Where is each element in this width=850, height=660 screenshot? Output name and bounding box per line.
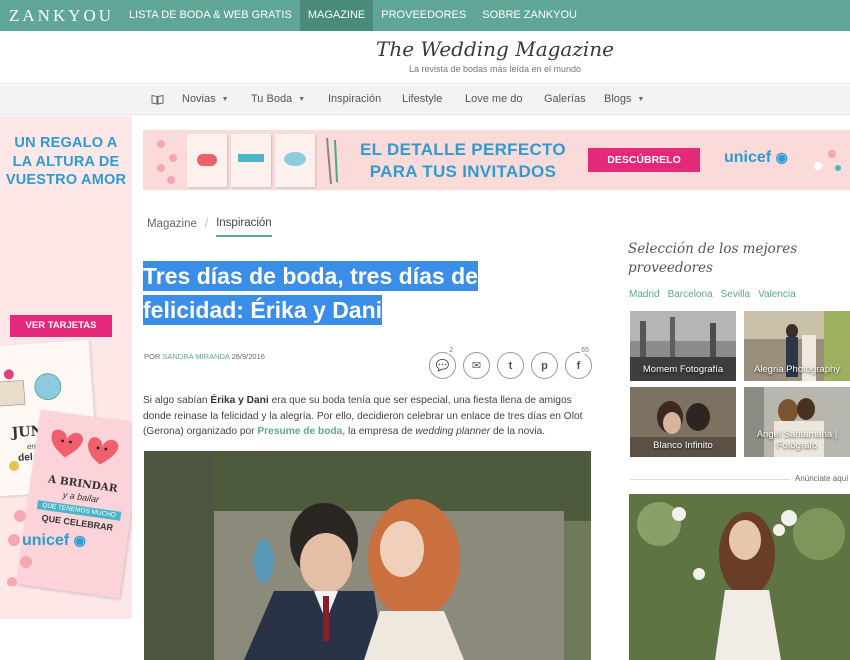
author-link[interactable]: SANDRA MIRANDA: [162, 352, 229, 361]
divider: [630, 479, 790, 480]
unicef-text: unicef: [724, 149, 772, 166]
breadcrumb-separator: /: [204, 218, 209, 230]
facebook-count: 65: [580, 347, 590, 354]
banner-card-1: [187, 134, 227, 187]
pinterest-icon: p: [541, 359, 548, 372]
top-banner-ad[interactable]: EL DETALLE PERFECTO PARA TUS INVITADOS D…: [143, 130, 850, 190]
pinterest-share-button[interactable]: p: [531, 352, 558, 379]
intro-text: de la novia.: [490, 426, 546, 437]
share-buttons: 💬 2 ✉ t p f 65: [429, 347, 592, 379]
vendor-tile-label: Angel Santamaria | Fotógrafo: [756, 429, 838, 451]
comment-count: 2: [448, 347, 454, 354]
unicef-text: unicef: [22, 532, 70, 549]
sec-nav-novias[interactable]: Novias ▼: [182, 93, 229, 105]
sidebar-ad-bride-photo[interactable]: [629, 494, 850, 660]
article-byline: POR SANDRA MIRANDA 26/9/2016: [144, 352, 265, 361]
intro-italic: wedding planner: [415, 426, 491, 437]
magazine-subtitle: La revista de bodas más leída en el mund…: [408, 64, 582, 74]
nav-sobre-zankyou[interactable]: SOBRE ZANKYOU: [474, 0, 585, 31]
magazine-title[interactable]: The Wedding Magazine: [0, 37, 850, 61]
caret-down-icon: ▼: [221, 96, 229, 103]
sec-nav-novias-label: Novias: [182, 93, 216, 105]
breadcrumb-inspiracion[interactable]: Inspiración: [216, 217, 272, 237]
banner-card-2: [231, 134, 271, 187]
intro-names: Érika y Dani: [210, 395, 269, 406]
sec-nav-blogs[interactable]: Blogs ▼: [604, 93, 644, 105]
caret-down-icon: ▼: [298, 96, 306, 103]
nav-lista-de-boda[interactable]: LISTA DE BODA & WEB GRATIS: [121, 0, 300, 31]
article-title-text: Tres días de boda, tres días de felicida…: [143, 261, 478, 325]
top-nav: LISTA DE BODA & WEB GRATIS MAGAZINE PROV…: [121, 0, 585, 31]
sec-nav-love-me-do[interactable]: Love me do: [465, 93, 522, 105]
sidebar-title: Selección de los mejores proveedores: [628, 241, 798, 276]
bride-photo: [629, 494, 850, 660]
sec-nav-blogs-label: Blogs: [604, 93, 632, 105]
globe-icon: ◉: [775, 149, 788, 165]
city-link-barcelona[interactable]: Barcelona: [668, 289, 713, 300]
section-nav: Novias ▼ Tu Boda ▼ Inspiración Lifestyle L…: [0, 85, 850, 115]
sec-nav-tu-boda[interactable]: Tu Boda ▼: [251, 93, 305, 105]
city-link-madrid[interactable]: Madrid: [629, 289, 660, 300]
vendor-tile[interactable]: Alegria Photography: [744, 311, 850, 381]
presume-de-boda-link[interactable]: Presume de boda: [257, 426, 342, 437]
magazine-header: The Wedding Magazine La revista de bodas…: [0, 31, 850, 84]
city-link-sevilla[interactable]: Sevilla: [721, 289, 750, 300]
unicef-logo: unicef ◉: [22, 532, 86, 550]
banner-line-2: PARA TUS INVITADOS: [369, 162, 557, 181]
sec-nav-galerias[interactable]: Galerías: [544, 93, 586, 105]
anunciate-aqui-label[interactable]: Anúnciate aquí: [795, 474, 848, 483]
vendor-tile[interactable]: Blanco Infinito: [630, 387, 736, 457]
twitter-share-button[interactable]: t: [497, 352, 524, 379]
byline-prefix: POR: [144, 352, 161, 361]
city-links: Madrid Barcelona Sevilla Valencia: [629, 289, 796, 300]
email-share-button[interactable]: ✉: [463, 352, 490, 379]
vendor-tile-label: Alegria Photography: [753, 364, 841, 375]
globe-icon: ◉: [73, 532, 86, 548]
intro-text: Si algo sabían: [143, 395, 211, 406]
top-bar: ZANKYOU LISTA DE BODA & WEB GRATIS MAGAZ…: [0, 0, 850, 31]
nav-proveedores[interactable]: PROVEEDORES: [373, 0, 474, 31]
breadcrumb: Magazine / Inspiración: [147, 214, 272, 237]
couple-photo: [144, 451, 591, 660]
caret-down-icon: ▼: [637, 96, 645, 103]
banner-line-1: EL DETALLE PERFECTO: [360, 140, 566, 159]
nav-magazine[interactable]: MAGAZINE: [299, 0, 374, 31]
sec-nav-lifestyle[interactable]: Lifestyle: [402, 93, 442, 105]
article-intro: Si algo sabían Érika y Dani era que su b…: [143, 393, 593, 440]
facebook-share-button[interactable]: f 65: [565, 347, 592, 379]
sec-nav-inspiracion[interactable]: Inspiración: [328, 93, 381, 105]
comment-button[interactable]: 💬 2: [429, 347, 456, 379]
decorative-hearts: [157, 140, 177, 184]
decorative-hearts: [814, 150, 841, 171]
facebook-icon: f: [576, 359, 581, 372]
vendor-tile[interactable]: Angel Santamaria | Fotógrafo: [744, 387, 850, 457]
city-link-valencia[interactable]: Valencia: [758, 289, 796, 300]
twitter-icon: t: [508, 359, 513, 372]
zankyou-logo[interactable]: ZANKYOU: [0, 0, 121, 31]
vendor-tile-label: Blanco Infinito: [653, 440, 713, 451]
descubrelo-button[interactable]: DESCÚBRELO: [588, 148, 700, 172]
comment-icon: 💬: [435, 360, 450, 372]
article-title: Tres días de boda, tres días de felicida…: [143, 259, 543, 327]
unicef-logo: unicef ◉: [724, 149, 788, 167]
left-skyscraper-ad[interactable]: UN REGALO A LA ALTURA DE VUESTRO AMOR VE…: [0, 116, 132, 619]
intro-text: , la empresa de: [342, 426, 416, 437]
sec-nav-tu-boda-label: Tu Boda: [251, 93, 293, 105]
banner-card-3: [275, 134, 315, 187]
article-date: 26/9/2016: [231, 352, 265, 361]
article-hero-photo[interactable]: [144, 451, 591, 660]
vendor-tile-label: Momem Fotografía: [642, 364, 724, 375]
breadcrumb-magazine[interactable]: Magazine: [147, 218, 197, 230]
book-icon[interactable]: [151, 94, 164, 105]
pen-illustration: [326, 137, 338, 185]
vendor-tile[interactable]: Momem Fotografía: [630, 311, 736, 381]
left-ad-brand-wrap: unicef ◉: [0, 116, 132, 619]
email-icon: ✉: [471, 360, 482, 372]
